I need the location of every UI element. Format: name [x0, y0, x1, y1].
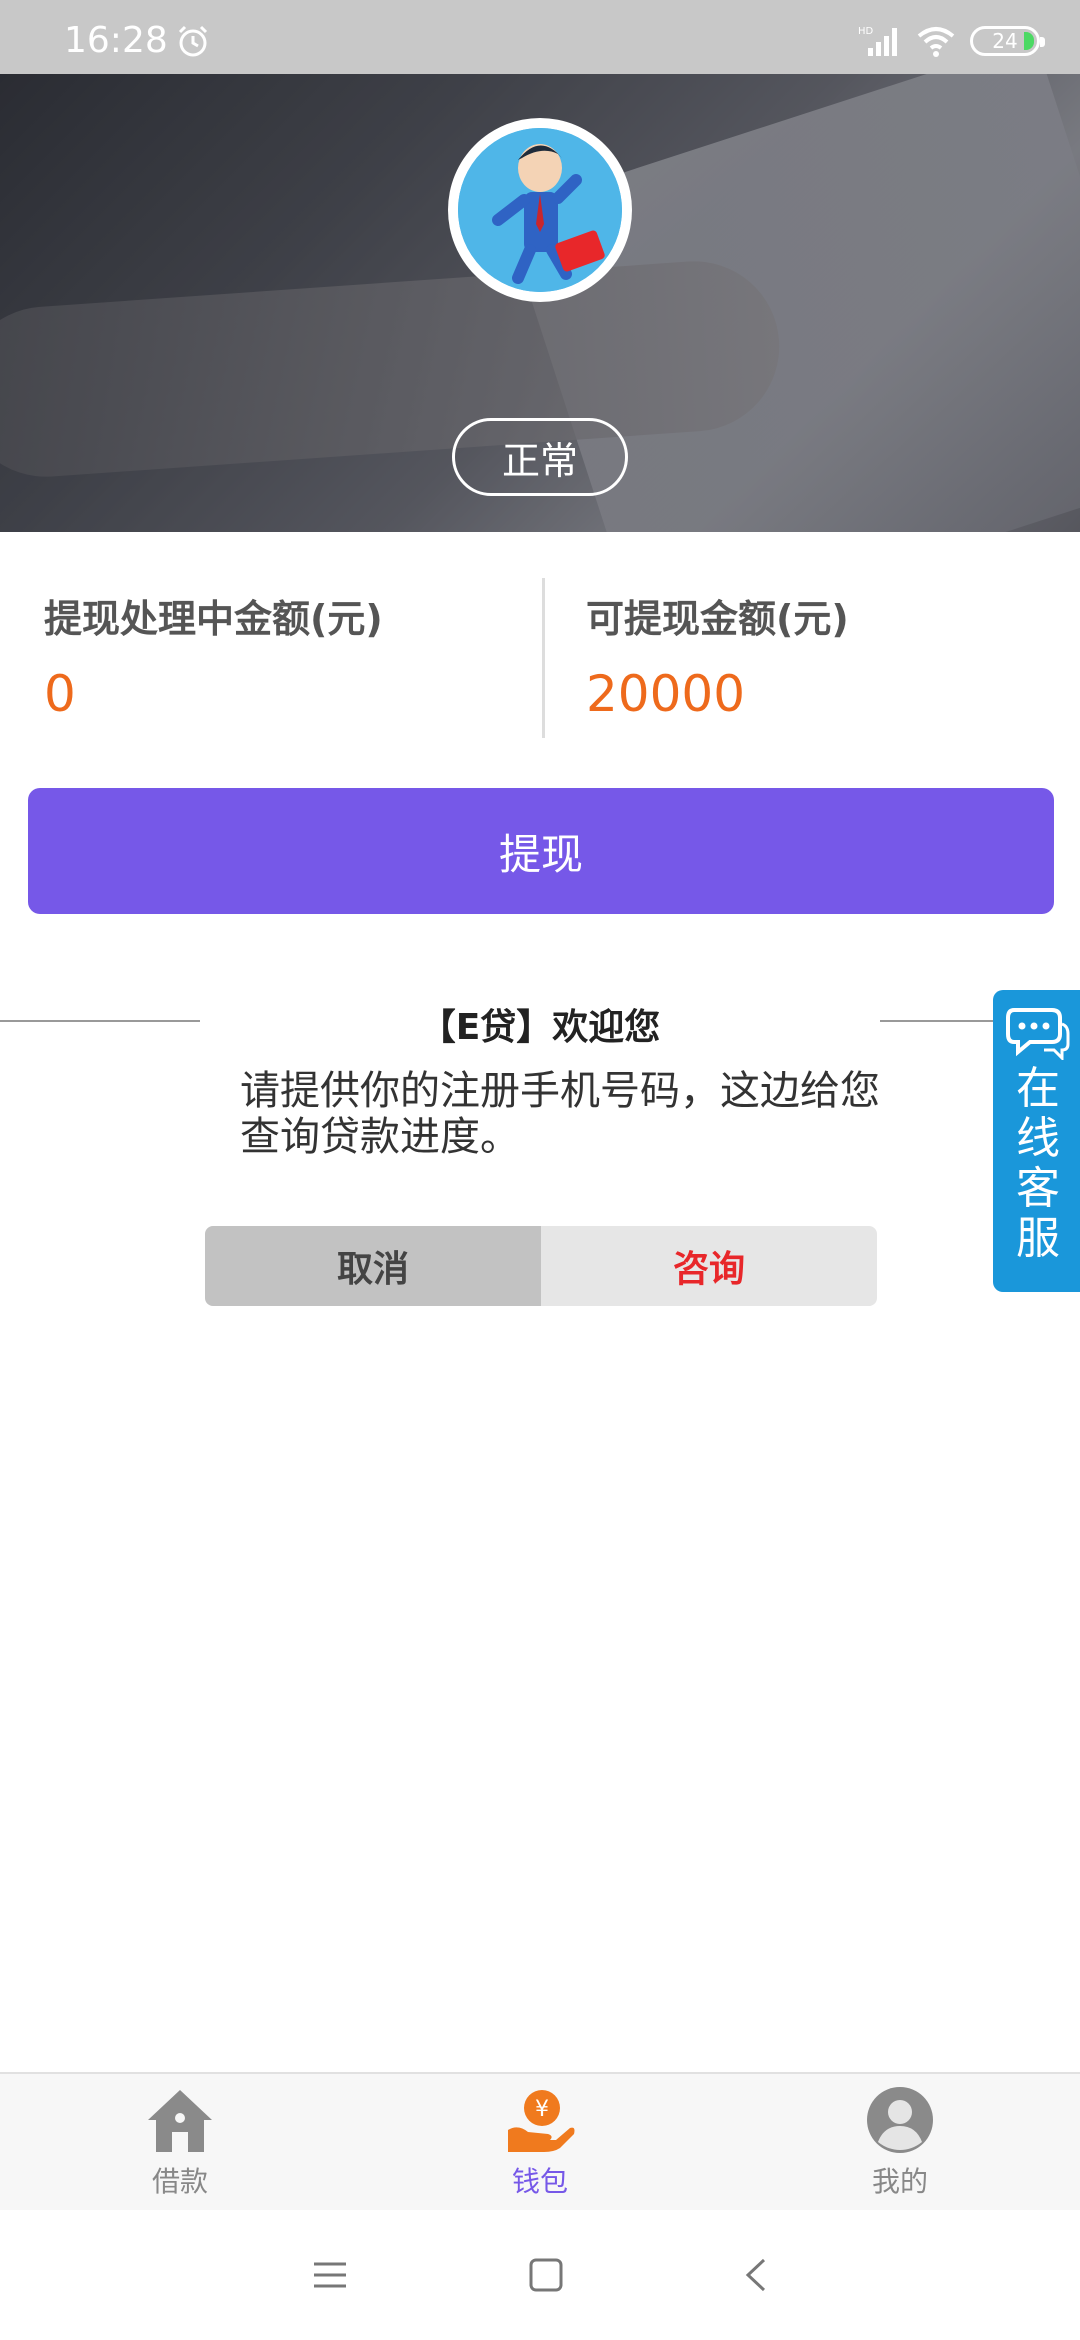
user-icon: [867, 2087, 933, 2153]
system-nav-bar: [0, 2210, 1080, 2340]
wallet-icon: ¥: [508, 2090, 575, 2152]
available-amount: 可提现金额(元) 20000: [586, 588, 849, 723]
status-indicators: HD 24: [858, 24, 1045, 58]
home-square-icon[interactable]: [528, 2257, 564, 2293]
nav-label-mine: 我的: [871, 2165, 928, 2198]
avatar-image: [458, 128, 622, 292]
status-bar: 16:28 HD 24: [0, 0, 1080, 74]
consult-button[interactable]: 咨询: [541, 1226, 877, 1306]
amount-divider: [542, 578, 545, 738]
chat-bubble-icon: [1006, 1008, 1070, 1060]
account-status-badge: 正常: [452, 418, 628, 496]
status-time: 16:28: [64, 20, 168, 61]
cancel-button[interactable]: 取消: [205, 1226, 541, 1306]
profile-header: 正常: [0, 74, 1080, 532]
wifi-icon: [917, 27, 955, 57]
house-icon: [148, 2090, 212, 2152]
bottom-nav: 借款 ¥ 钱包 我的: [0, 2072, 1080, 2210]
nav-item-mine[interactable]: 我的: [720, 2074, 1080, 2210]
menu-icon[interactable]: [312, 2260, 348, 2290]
online-service-button[interactable]: 在线客服: [993, 990, 1080, 1292]
dialog-title: 【E贷】欢迎您: [419, 1007, 661, 1048]
cartoon-man-icon: [458, 128, 622, 292]
dialog-buttons: 取消 咨询: [205, 1226, 877, 1306]
svg-text:¥: ¥: [535, 2097, 549, 2122]
amounts-panel: 提现处理中金额(元) 0 可提现金额(元) 20000: [0, 532, 1080, 762]
avatar[interactable]: [448, 118, 632, 302]
alarm-icon: [178, 25, 208, 57]
battery-level: 24: [992, 29, 1018, 53]
battery-fill: [1024, 32, 1034, 50]
available-amount-value: 20000: [586, 665, 746, 723]
signal-icon: HD: [858, 26, 897, 56]
available-amount-label: 可提现金额(元): [586, 597, 849, 641]
online-service-label: 在线客服: [1016, 1063, 1060, 1264]
battery-indicator: 24: [970, 26, 1045, 56]
nav-item-loan[interactable]: 借款: [0, 2074, 360, 2210]
nav-label-loan: 借款: [151, 2165, 208, 2198]
dialog-message: 请提供你的注册手机号码，这边给您查询贷款进度。: [240, 1068, 880, 1160]
processing-amount-label: 提现处理中金额(元): [44, 597, 383, 641]
svg-text:HD: HD: [858, 26, 874, 37]
withdraw-button[interactable]: 提现: [28, 788, 1054, 914]
processing-amount-value: 0: [44, 665, 76, 723]
back-icon[interactable]: [744, 2257, 768, 2293]
nav-item-wallet[interactable]: ¥ 钱包: [360, 2074, 720, 2210]
processing-amount: 提现处理中金额(元) 0: [44, 588, 383, 723]
nav-label-wallet: 钱包: [511, 2165, 568, 2198]
